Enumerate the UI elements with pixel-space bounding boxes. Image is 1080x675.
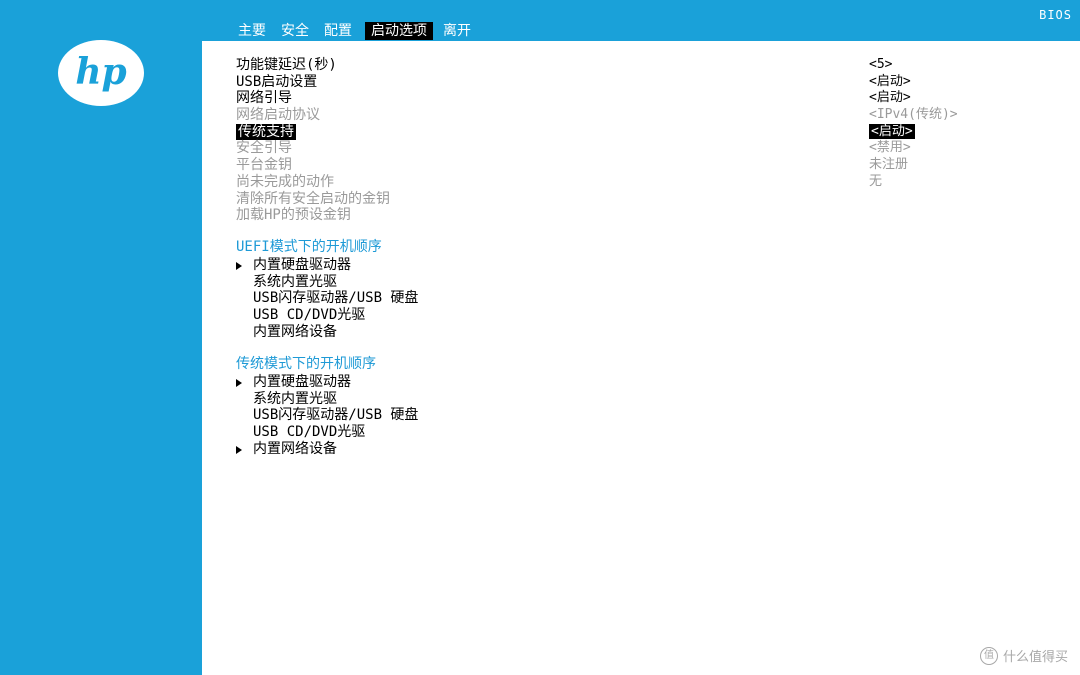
main-panel: 功能键延迟(秒) USB启动设置 网络引导 网络启动协议 传统支持 安全引导 平… bbox=[202, 41, 1080, 675]
arrow-right-icon bbox=[236, 262, 242, 270]
setting-network-boot[interactable]: 网络引导 bbox=[236, 90, 390, 107]
setting-label: 网络引导 bbox=[236, 90, 292, 107]
watermark: 值 什么值得买 bbox=[979, 646, 1068, 665]
legacy-boot-item-usb-cd[interactable]: USB CD/DVD光驱 bbox=[236, 424, 418, 441]
setting-label: 尚未完成的动作 bbox=[236, 173, 334, 190]
settings-values: <5> <启动> <启动> <IPv4(传统)> <启动> <禁用> 未注册 无 bbox=[869, 57, 958, 191]
value-pending-action: 无 bbox=[869, 173, 883, 189]
arrow-right-icon bbox=[236, 445, 242, 454]
setting-pending-action: 尚未完成的动作 bbox=[236, 174, 390, 191]
setting-usb-boot[interactable]: USB启动设置 bbox=[236, 74, 390, 91]
tab-exit[interactable]: 离开 bbox=[441, 22, 473, 40]
tab-main[interactable]: 主要 bbox=[236, 22, 268, 40]
legacy-boot-order-list: 内置硬盘驱动器 系统内置光驱 USB闪存驱动器/USB 硬盘 USB CD/DV… bbox=[236, 374, 418, 457]
setting-hotkey-delay[interactable]: 功能键延迟(秒) bbox=[236, 57, 390, 74]
settings-labels: 功能键延迟(秒) USB启动设置 网络引导 网络启动协议 传统支持 安全引导 平… bbox=[236, 57, 390, 224]
value-secure-boot: <禁用> bbox=[869, 140, 911, 156]
setting-label: 安全引导 bbox=[236, 140, 292, 157]
legacy-boot-item-internal-hdd[interactable]: 内置硬盘驱动器 bbox=[236, 374, 418, 391]
value-network-protocol: <IPv4(传统)> bbox=[869, 107, 958, 123]
watermark-text: 什么值得买 bbox=[1002, 650, 1068, 665]
value-network-boot[interactable]: <启动> bbox=[869, 90, 958, 107]
setting-secure-boot: 安全引导 bbox=[236, 140, 390, 157]
setting-label: USB启动设置 bbox=[236, 73, 318, 90]
setting-platform-key: 平台金钥 bbox=[236, 157, 390, 174]
legacy-boot-item-optical[interactable]: 系统内置光驱 bbox=[236, 391, 418, 408]
arrow-right-icon bbox=[236, 379, 242, 387]
value-platform-key: 未注册 bbox=[869, 157, 909, 173]
watermark-icon: 值 bbox=[979, 646, 998, 665]
tab-bar: 主要 安全 配置 启动选项 离开 bbox=[236, 22, 484, 40]
setting-label: 功能键延迟(秒) bbox=[236, 57, 337, 73]
hp-logo: hp bbox=[58, 40, 144, 106]
setting-network-protocol: 网络启动协议 bbox=[236, 107, 390, 124]
value-legacy-support[interactable]: <启动> bbox=[869, 123, 958, 141]
legacy-boot-item-network[interactable]: 内置网络设备 bbox=[236, 441, 418, 458]
sidebar: hp bbox=[0, 0, 202, 675]
uefi-boot-item-usb-cd[interactable]: USB CD/DVD光驱 bbox=[236, 307, 418, 324]
bios-label: BIOS bbox=[1039, 8, 1072, 22]
legacy-boot-order-title: 传统模式下的开机顺序 bbox=[236, 356, 376, 372]
legacy-boot-item-usb-flash[interactable]: USB闪存驱动器/USB 硬盘 bbox=[236, 407, 418, 424]
setting-label: 清除所有安全启动的金钥 bbox=[236, 190, 390, 207]
value-hotkey-delay[interactable]: <5> bbox=[869, 57, 958, 74]
uefi-boot-order-title: UEFI模式下的开机顺序 bbox=[236, 239, 382, 255]
setting-load-hp-keys: 加载HP的预设金钥 bbox=[236, 207, 390, 224]
setting-clear-keys: 清除所有安全启动的金钥 bbox=[236, 191, 390, 208]
top-bar: BIOS 主要 安全 配置 启动选项 离开 bbox=[202, 0, 1080, 41]
value-usb-boot[interactable]: <启动> bbox=[869, 74, 958, 91]
uefi-boot-item-network[interactable]: 内置网络设备 bbox=[236, 324, 418, 341]
setting-label: 网络启动协议 bbox=[236, 107, 320, 124]
hp-logo-text: hp bbox=[75, 51, 126, 93]
setting-label: 平台金钥 bbox=[236, 157, 292, 174]
uefi-boot-item-internal-hdd[interactable]: 内置硬盘驱动器 bbox=[236, 257, 418, 274]
tab-config[interactable]: 配置 bbox=[322, 22, 354, 40]
tab-security[interactable]: 安全 bbox=[279, 22, 311, 40]
setting-label: 加载HP的预设金钥 bbox=[236, 207, 351, 224]
setting-label: 传统支持 bbox=[236, 123, 296, 140]
setting-legacy-support[interactable]: 传统支持 bbox=[236, 123, 390, 141]
uefi-boot-order-list: 内置硬盘驱动器 系统内置光驱 USB闪存驱动器/USB 硬盘 USB CD/DV… bbox=[236, 257, 418, 340]
uefi-boot-item-optical[interactable]: 系统内置光驱 bbox=[236, 274, 418, 291]
uefi-boot-item-usb-flash[interactable]: USB闪存驱动器/USB 硬盘 bbox=[236, 290, 418, 307]
tab-boot-options[interactable]: 启动选项 bbox=[365, 22, 433, 40]
